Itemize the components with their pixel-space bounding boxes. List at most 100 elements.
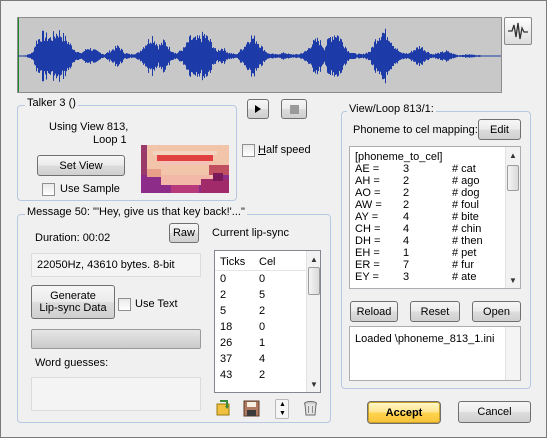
stop-icon — [289, 104, 299, 114]
cel-cell: 2 — [259, 369, 266, 381]
cel-preview-image — [141, 145, 229, 193]
stop-button[interactable] — [281, 99, 307, 119]
play-icon — [255, 105, 261, 113]
waveform-graph — [18, 18, 501, 92]
cel-header[interactable]: Cel — [259, 256, 276, 268]
phoneme-text: EH = — [355, 247, 380, 259]
waveform-icon — [508, 22, 528, 40]
spin-up-icon[interactable]: ▲ — [279, 401, 286, 408]
comment-text: # cat — [452, 163, 476, 175]
loop-text: Loop 1 — [93, 134, 127, 146]
using-view-text: Using View 813, — [49, 121, 129, 133]
duration-text: Duration: 00:02 — [35, 232, 111, 244]
comment-text: # dog — [452, 187, 480, 199]
waveform-bars — [20, 28, 501, 84]
play-button[interactable] — [247, 99, 269, 119]
cel-value: 2 — [403, 187, 410, 199]
phoneme-mapping-list[interactable]: [phoneme_to_cel] AE = 3 # cat AH = 2 # ago AO … — [349, 146, 521, 289]
accept-button[interactable]: Accept — [368, 402, 440, 423]
save-icon[interactable] — [243, 400, 260, 417]
list-item: AW = 2 # foul — [355, 199, 505, 211]
cel-cell: 0 — [259, 273, 266, 285]
scroll-up-icon[interactable]: ▲ — [307, 252, 320, 266]
lipsync-table-header: Ticks Cel — [215, 251, 307, 271]
use-sample-label: Use Sample — [60, 183, 120, 195]
ticks-cell: 2 — [220, 289, 227, 301]
list-item: EH = 1 # pet — [355, 247, 505, 259]
waveform-display[interactable] — [17, 17, 502, 93]
half-speed-checkbox[interactable] — [242, 144, 255, 157]
ticks-header[interactable]: Ticks — [220, 256, 245, 268]
use-sample-checkbox[interactable] — [42, 183, 55, 196]
cel-value: 2 — [403, 175, 410, 187]
mapping-scrollbar[interactable]: ▲ ▼ — [505, 147, 520, 288]
cel-value: 4 — [403, 211, 410, 223]
cel-cell: 0 — [259, 321, 266, 333]
ticks-cell: 5 — [220, 305, 227, 317]
comment-text: # bite — [452, 211, 479, 223]
cel-value: 1 — [403, 247, 410, 259]
cancel-button[interactable]: Cancel — [458, 401, 531, 423]
raw-button[interactable]: Raw — [169, 223, 199, 243]
reset-button[interactable]: Reset — [410, 301, 460, 322]
cel-value: 7 — [403, 259, 410, 271]
list-item: AY = 4 # bite — [355, 211, 505, 223]
table-row[interactable]: 25 — [215, 289, 307, 301]
half-speed-label: Half speed — [258, 144, 311, 156]
ticks-cell: 18 — [220, 321, 233, 333]
lipsync-scrollbar[interactable]: ▲ ▼ — [306, 251, 320, 392]
progress-bar — [31, 329, 201, 349]
table-row[interactable]: 18 0 — [215, 321, 307, 333]
table-row[interactable]: 37 4 — [215, 353, 307, 365]
use-text-checkbox[interactable] — [118, 298, 131, 311]
edit-button[interactable]: Edit — [478, 119, 521, 140]
cel-cell: 4 — [259, 353, 266, 365]
list-item: DH = 4 # then — [355, 235, 505, 247]
comment-text: # ate — [452, 271, 477, 283]
phoneme-text: AW = — [355, 199, 382, 211]
cel-cell: 2 — [259, 305, 266, 317]
table-row[interactable]: 52 — [215, 305, 307, 317]
waveform-toggle-button[interactable] — [504, 17, 532, 45]
list-item: CH = 4 # chin — [355, 223, 505, 235]
spin-icon[interactable]: ▲ ▼ — [275, 399, 289, 419]
phoneme-text: EY = — [355, 271, 379, 283]
spin-down-icon[interactable]: ▼ — [279, 410, 286, 417]
phoneme-text: ER = — [355, 259, 380, 271]
set-view-button[interactable]: Set View — [37, 155, 125, 176]
cel-cell: 5 — [259, 289, 266, 301]
phoneme-text: AY = — [355, 211, 379, 223]
cel-cell: 1 — [259, 337, 266, 349]
phoneme-text: AH = — [355, 175, 380, 187]
table-row[interactable]: 43 2 — [215, 369, 307, 381]
table-row[interactable]: 26 1 — [215, 337, 307, 349]
list-item: ER = 7 # fur — [355, 259, 505, 271]
insert-icon[interactable] — [215, 400, 232, 417]
audio-info-field: 22050Hz, 43610 bytes. 8-bit — [31, 253, 201, 277]
reload-button[interactable]: Reload — [350, 301, 398, 322]
lip-sync-dialog: Talker 3 () Using View 813, Loop 1 Set V… — [0, 0, 547, 438]
open-button[interactable]: Open — [472, 301, 521, 322]
scroll-down-icon[interactable]: ▼ — [307, 377, 320, 391]
word-guesses-label: Word guesses: — [35, 357, 109, 369]
scroll-thumb[interactable] — [308, 267, 320, 295]
scroll-thumb[interactable] — [507, 165, 519, 191]
generate-lipsync-button[interactable]: Generate Lip-sync Data — [31, 285, 115, 319]
lipsync-table[interactable]: Ticks Cel 0 0 2 5 5 2 18 0 26 1 37 4 43 2 ▲ ▼ — [214, 250, 321, 393]
comment-text: # then — [452, 235, 483, 247]
mapping-section-header: [phoneme_to_cel] — [355, 151, 443, 163]
status-field[interactable]: Loaded \phoneme_813_1.ini — [349, 326, 521, 381]
phoneme-text: DH = — [355, 235, 381, 247]
comment-text: # chin — [452, 223, 482, 235]
list-item: AH = 2 # ago — [355, 175, 505, 187]
cel-value: 4 — [403, 235, 410, 247]
list-item: AE = 3 # cat — [355, 163, 505, 175]
word-guesses-field[interactable] — [31, 377, 201, 411]
table-row[interactable]: 00 — [215, 273, 307, 285]
status-scrollbar[interactable] — [505, 327, 520, 380]
scroll-up-icon[interactable]: ▲ — [506, 148, 520, 162]
current-lipsync-label: Current lip-sync — [212, 227, 290, 239]
scroll-down-icon[interactable]: ▼ — [506, 273, 520, 287]
talker-group-label: Talker 3 () — [25, 97, 78, 109]
delete-icon[interactable] — [302, 400, 319, 417]
